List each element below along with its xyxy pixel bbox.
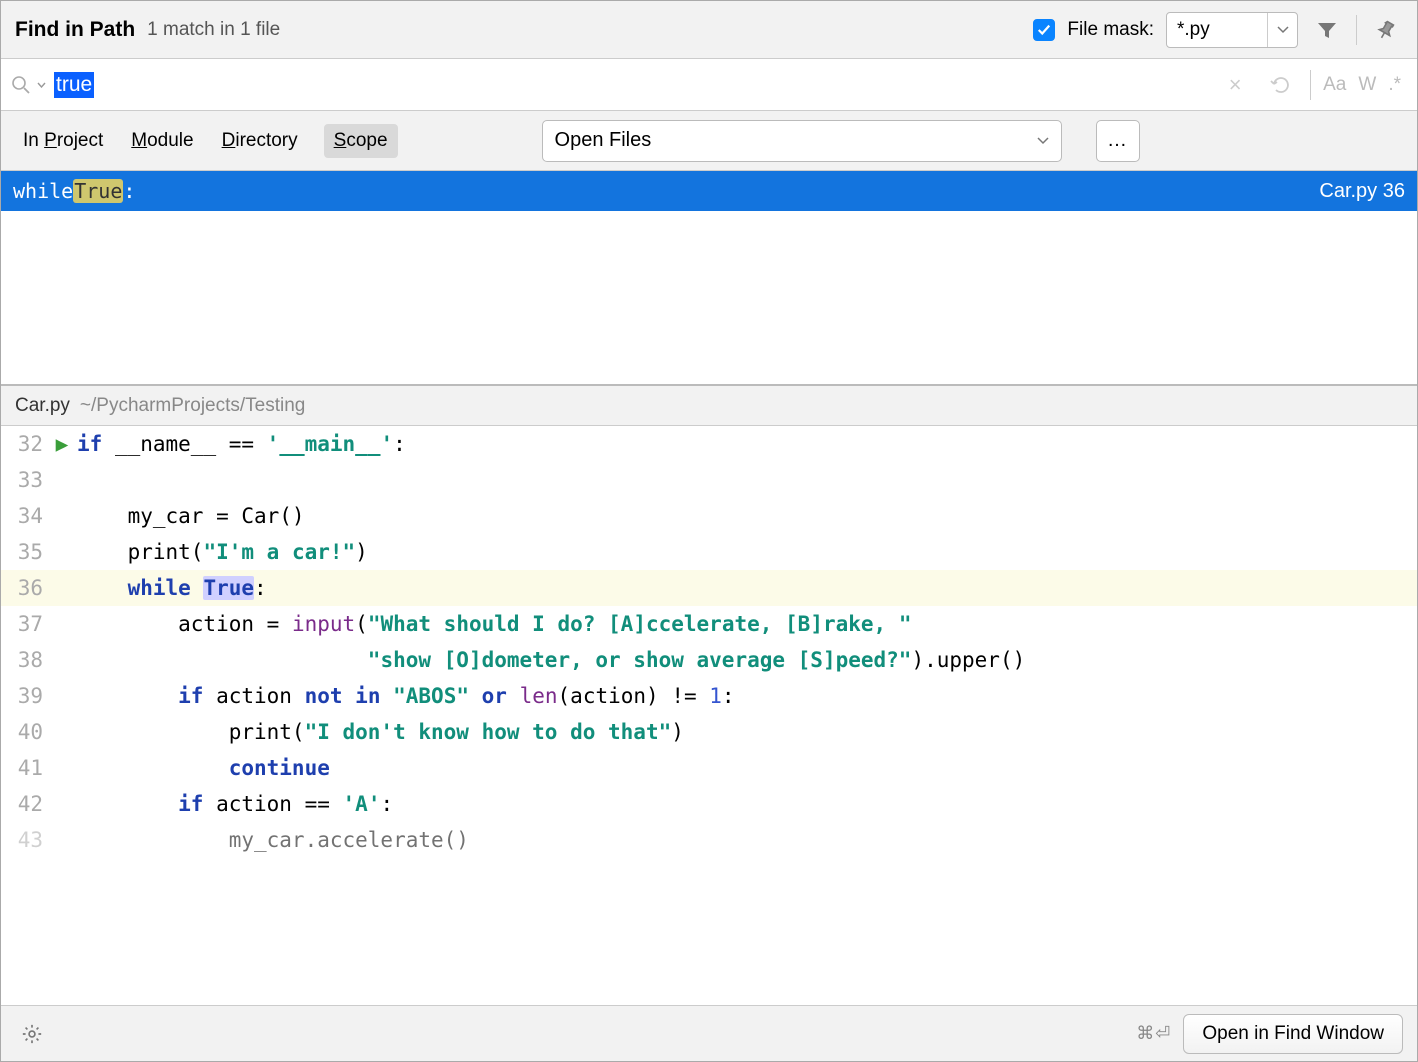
preview-header: Car.py ~/PycharmProjects/Testing (1, 386, 1417, 426)
scope-bar: In Project Module Directory Scope Open F… (1, 111, 1417, 171)
scope-select-value: Open Files (555, 129, 652, 152)
search-query-text: true (54, 72, 94, 98)
filter-icon[interactable] (1310, 13, 1344, 47)
browse-button[interactable]: … (1096, 120, 1140, 162)
results-area (1, 211, 1417, 386)
result-file: Car.py (1319, 180, 1377, 202)
separator (1356, 15, 1357, 45)
search-input[interactable]: true (54, 72, 1218, 98)
preview-filename: Car.py (15, 395, 70, 417)
file-mask-checkbox[interactable] (1033, 19, 1055, 41)
line-number: 32 (1, 426, 51, 462)
dialog-title: Find in Path (15, 18, 135, 42)
shortcut-hint: ⌘⏎ (1136, 1023, 1171, 1044)
file-mask-combo[interactable] (1166, 12, 1298, 48)
open-in-find-window-button[interactable]: Open in Find Window (1183, 1014, 1403, 1054)
words-toggle[interactable]: W (1358, 74, 1376, 96)
result-suffix: : (123, 179, 135, 203)
pin-icon[interactable] (1369, 13, 1403, 47)
tab-in-project[interactable]: In Project (21, 126, 105, 156)
search-result-row[interactable]: while True: Car.py 36 (1, 171, 1417, 211)
tab-module[interactable]: Module (129, 126, 195, 156)
result-line: 36 (1383, 180, 1405, 202)
chevron-down-icon (1037, 137, 1049, 145)
preview-path: ~/PycharmProjects/Testing (80, 395, 305, 417)
gear-icon[interactable] (15, 1017, 49, 1051)
tab-scope[interactable]: Scope (324, 124, 398, 158)
chevron-down-icon[interactable] (1267, 13, 1297, 47)
search-bar: true × Aa W .* (1, 59, 1417, 111)
clear-icon[interactable]: × (1218, 68, 1252, 102)
separator (1310, 70, 1311, 100)
bottom-bar: ⌘⏎ Open in Find Window (1, 1005, 1417, 1061)
file-mask-label: File mask: (1067, 19, 1154, 41)
result-match: True (73, 179, 123, 203)
tab-directory[interactable]: Directory (220, 126, 300, 156)
match-case-toggle[interactable]: Aa (1323, 74, 1346, 96)
regex-toggle[interactable]: .* (1388, 74, 1401, 96)
search-dropdown-icon[interactable] (37, 82, 46, 88)
result-prefix: while (13, 179, 73, 203)
history-icon[interactable] (1264, 68, 1298, 102)
search-icon (11, 75, 31, 95)
file-mask-input[interactable] (1167, 19, 1267, 41)
current-match-line: 36 while True: (1, 570, 1417, 606)
titlebar: Find in Path 1 match in 1 file File mask… (1, 1, 1417, 59)
match-count: 1 match in 1 file (147, 19, 280, 41)
scope-select[interactable]: Open Files (542, 120, 1062, 162)
code-preview[interactable]: 32 ▶ if __name__ == '__main__': 33 34 my… (1, 426, 1417, 1005)
run-gutter-icon[interactable]: ▶ (51, 426, 73, 462)
